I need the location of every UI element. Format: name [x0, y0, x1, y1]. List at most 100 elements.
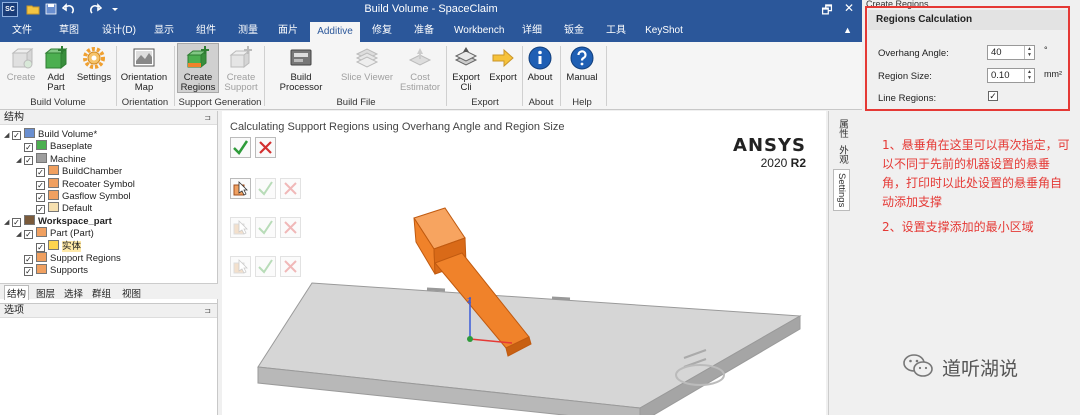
regions-calculation-header: Regions Calculation: [868, 10, 1068, 30]
export-button[interactable]: Export: [486, 45, 520, 83]
create-support-button[interactable]: Create Support: [222, 45, 260, 93]
tab-keyshot[interactable]: KeyShot: [640, 20, 688, 42]
tab-sketch[interactable]: 草图: [52, 20, 86, 42]
tree-item[interactable]: ◢ ✓ Machine: [16, 152, 86, 167]
tree-component-icon: [36, 227, 47, 238]
subtab-views[interactable]: 视图: [122, 286, 141, 300]
model-scene: z: [257, 207, 802, 415]
options-panel-title: 选项: [4, 305, 24, 316]
group-separator: [560, 46, 561, 106]
tree-item[interactable]: ✓ 实体: [28, 239, 82, 252]
tab-workbench[interactable]: Workbench: [450, 20, 508, 42]
group-separator: [174, 46, 175, 106]
orientation-map-button[interactable]: Orientation Map: [120, 45, 168, 93]
side-tab-properties[interactable]: 属性: [835, 119, 849, 138]
tree-item[interactable]: ✓ Default: [28, 202, 92, 215]
annotation-notes: 1、悬垂角在这里可以再次指定，可以不同于先前的机器设置的悬垂角，打印时以此处设置…: [882, 136, 1072, 243]
tree-visibility-checkbox[interactable]: ✓: [24, 255, 33, 264]
tree-visibility-checkbox[interactable]: ✓: [24, 155, 33, 165]
tree-expander-icon[interactable]: ◢: [16, 155, 24, 167]
cost-estimator-label: Cost Estimator: [399, 72, 441, 93]
tree-item[interactable]: ✓ Gasflow Symbol: [28, 190, 131, 202]
structure-subtab-bar: 结构 图层 选择 群组 视图: [0, 283, 218, 300]
tab-additive[interactable]: Additive: [310, 22, 360, 42]
pin-icon[interactable]: ⊐: [204, 111, 211, 125]
tab-assembly[interactable]: 组件: [190, 20, 222, 42]
tab-display[interactable]: 显示: [148, 20, 180, 42]
pin-icon[interactable]: ⊐: [204, 304, 211, 318]
tab-prepare[interactable]: 准备: [408, 20, 440, 42]
tab-file[interactable]: 文件: [6, 20, 38, 42]
tree-item[interactable]: ✓ BuildChamber: [28, 165, 122, 178]
tree-visibility-checkbox[interactable]: ✓: [36, 205, 45, 215]
collapse-ribbon-icon[interactable]: ▲: [843, 25, 852, 35]
side-tab-strip: 属性 外观 Settings: [828, 111, 858, 415]
tree-component-icon: [36, 264, 47, 275]
tree-expander-icon[interactable]: ◢: [4, 217, 12, 229]
subtab-layers[interactable]: 图层: [36, 286, 55, 300]
subtab-selection[interactable]: 选择: [64, 286, 83, 300]
overhang-angle-spinner[interactable]: ▲ ▼: [1024, 46, 1034, 59]
create-button[interactable]: Create: [4, 45, 38, 83]
slice-viewer-button[interactable]: Slice Viewer: [340, 45, 394, 83]
tree-expander-icon[interactable]: ◢: [4, 130, 12, 142]
tab-facets[interactable]: 面片: [272, 20, 304, 42]
tree-item-label: 实体: [62, 240, 82, 252]
tab-measure[interactable]: 测量: [232, 20, 264, 42]
tree-item[interactable]: ◢ ✓ Part (Part): [16, 227, 94, 241]
tab-design[interactable]: 设计(D): [96, 20, 142, 42]
manual-button[interactable]: Manual: [563, 45, 601, 83]
overhang-angle-input[interactable]: 40 ▲ ▼: [987, 45, 1035, 60]
subtab-groups[interactable]: 群组: [92, 286, 111, 300]
tab-detail[interactable]: 详细: [516, 20, 548, 42]
cost-estimator-icon: [408, 48, 432, 66]
structure-panel: 结构 ⊐ ◢ ✓ Build Volume* ✓ Baseplate ◢ ✓ Machine ✓…: [0, 111, 218, 303]
line-regions-checkbox[interactable]: ✓: [988, 91, 998, 101]
window-title: Build Volume - SpaceClaim: [364, 3, 498, 15]
gear-icon: [83, 47, 105, 69]
tree-item[interactable]: ◢ ✓ Build Volume*: [4, 128, 97, 140]
tree-visibility-checkbox[interactable]: ✓: [24, 267, 33, 277]
restore-window-icon[interactable]: 🗗: [818, 1, 836, 22]
tab-tools[interactable]: 工具: [600, 20, 632, 42]
region-size-spinner[interactable]: ▲ ▼: [1024, 69, 1034, 82]
tab-sheet-metal[interactable]: 钣金: [558, 20, 590, 42]
export-cli-button[interactable]: Export Cli: [450, 45, 482, 93]
tree-component-icon: [24, 128, 35, 138]
z-axis-label: z: [467, 295, 472, 305]
tree-visibility-checkbox[interactable]: ✓: [36, 168, 45, 178]
create-volume-icon: [11, 47, 34, 69]
tree-item[interactable]: ✓ Support Regions: [16, 252, 121, 264]
cost-estimator-button[interactable]: Cost Estimator: [398, 45, 442, 93]
tree-visibility-checkbox[interactable]: ✓: [36, 242, 45, 252]
region-size-input[interactable]: 0.10 ▲ ▼: [987, 68, 1035, 83]
add-part-button[interactable]: Add Part: [42, 45, 70, 93]
tree-visibility-checkbox[interactable]: ✓: [24, 143, 33, 153]
tree-visibility-checkbox[interactable]: ✓: [12, 217, 21, 227]
create-regions-button[interactable]: Create Regions: [177, 43, 219, 93]
tree-item[interactable]: ✓ Supports: [16, 264, 88, 277]
tree-visibility-checkbox[interactable]: ✓: [24, 230, 33, 240]
tree-item[interactable]: ◢ ✓ Workspace_part: [4, 214, 112, 229]
tree-component-icon: [36, 252, 47, 262]
build-processor-icon: [290, 49, 312, 66]
side-tab-settings[interactable]: Settings: [833, 169, 850, 212]
build-processor-button[interactable]: Build Processor: [268, 45, 334, 93]
tree-visibility-checkbox[interactable]: ✓: [36, 180, 45, 190]
watermark-text: 道听湖说: [942, 358, 1019, 380]
tree-item[interactable]: ✓ Baseplate: [16, 140, 92, 153]
subtab-structure[interactable]: 结构: [4, 285, 30, 300]
tree-item[interactable]: ✓ Recoater Symbol: [28, 177, 135, 190]
side-tab-appearance[interactable]: 外观: [835, 145, 849, 164]
group-label-support-generation: Support Generation: [178, 97, 262, 108]
about-button[interactable]: About: [525, 45, 555, 83]
close-window-icon[interactable]: ✕: [840, 1, 858, 15]
tree-visibility-checkbox[interactable]: ✓: [36, 193, 45, 202]
graphics-viewport[interactable]: Calculating Support Regions using Overha…: [222, 111, 826, 415]
tab-repair[interactable]: 修复: [366, 20, 398, 42]
tree-expander-icon[interactable]: ◢: [16, 229, 24, 241]
help-question-icon: [570, 46, 594, 70]
group-label-build-volume: Build Volume: [30, 97, 86, 108]
tree-visibility-checkbox[interactable]: ✓: [12, 131, 21, 140]
settings-button[interactable]: Settings: [76, 45, 112, 83]
